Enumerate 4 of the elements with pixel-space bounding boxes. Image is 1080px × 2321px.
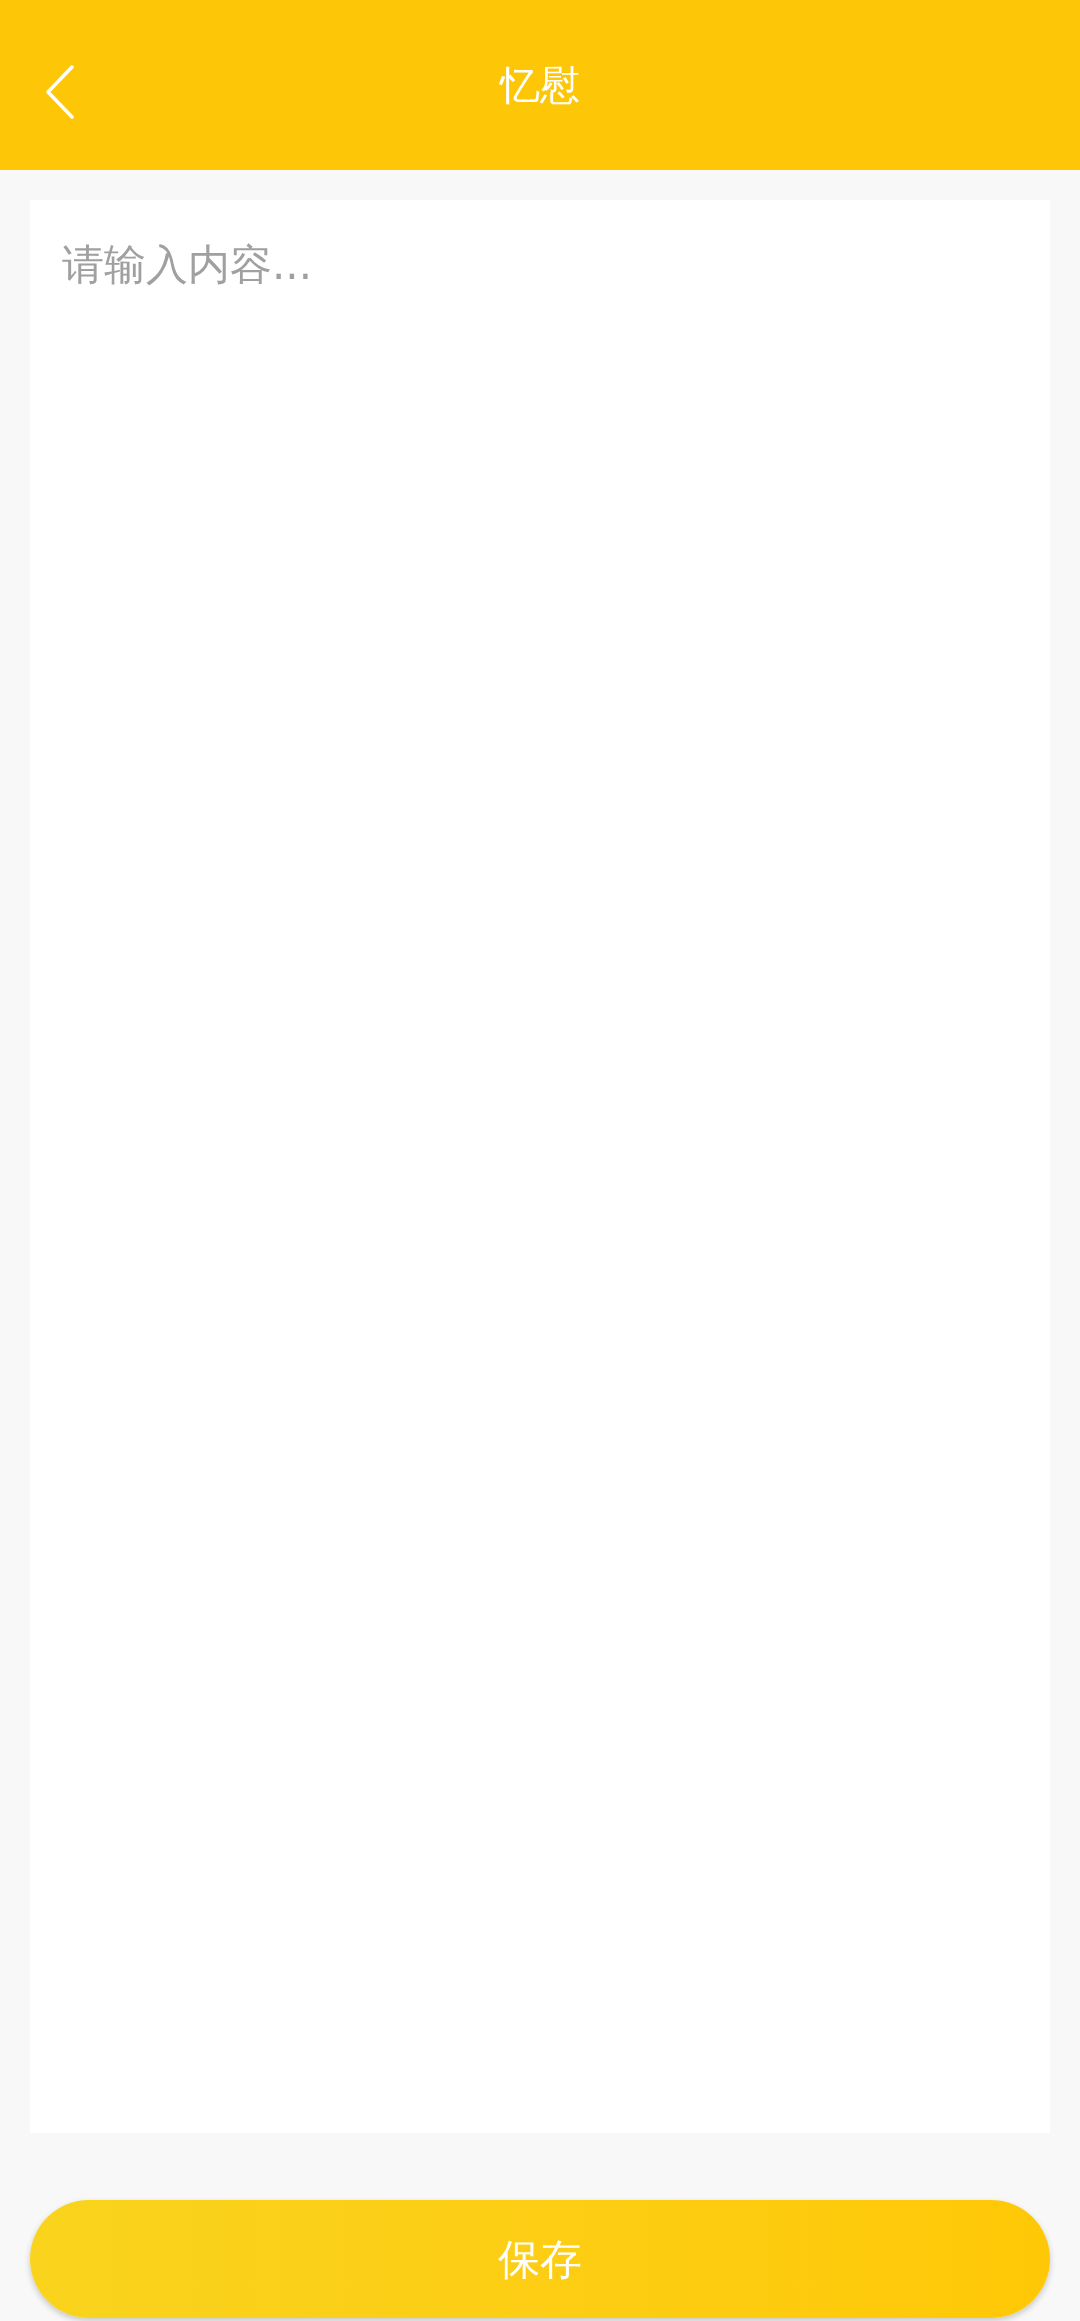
content-text-area[interactable]: 请输入内容... [30, 200, 1050, 2133]
back-icon [45, 65, 75, 119]
page-title: 忆慰 [500, 65, 580, 105]
save-button[interactable]: 保存 [30, 2200, 1050, 2318]
